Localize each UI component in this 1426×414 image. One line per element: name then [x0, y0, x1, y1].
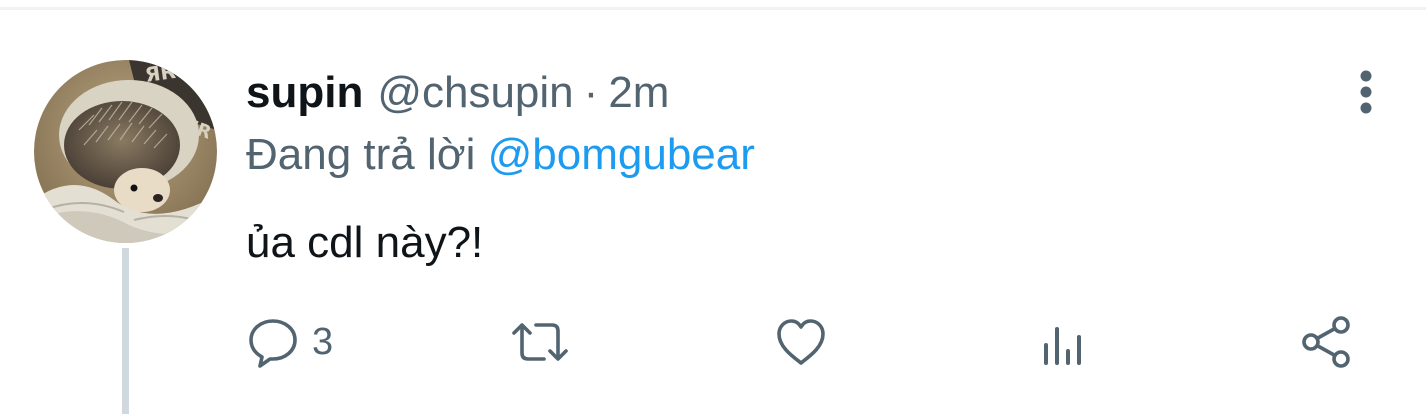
- replying-to: Đang trả lời @bomgubear: [246, 128, 755, 182]
- share-button[interactable]: [1300, 312, 1354, 372]
- reply-button[interactable]: 3: [246, 312, 333, 372]
- avatar-image: ЯR ER: [34, 60, 217, 243]
- more-options-button[interactable]: [1340, 66, 1392, 118]
- analytics-button[interactable]: [1040, 312, 1088, 372]
- user-handle[interactable]: @chsupin: [377, 66, 573, 120]
- separator-dot: ·: [583, 68, 599, 117]
- reply-count: 3: [312, 320, 334, 363]
- retweet-icon: [512, 323, 568, 361]
- heart-icon: [777, 319, 825, 365]
- timestamp[interactable]: 2m: [608, 66, 669, 120]
- retweet-button[interactable]: [510, 312, 570, 372]
- reply-target-link[interactable]: @bomgubear: [488, 130, 755, 179]
- replying-to-label: Đang trả lời: [246, 130, 476, 179]
- thread-line: [122, 248, 129, 414]
- tweet-text: ủa cdl này?!: [246, 218, 484, 267]
- analytics-icon: [1044, 327, 1081, 365]
- like-button[interactable]: [774, 312, 828, 372]
- avatar[interactable]: ЯR ER: [34, 60, 217, 243]
- tweet-header: supin @chsupin · 2m: [246, 66, 669, 120]
- share-icon: [1302, 316, 1350, 368]
- reply-icon: [249, 319, 297, 368]
- display-name[interactable]: supin: [246, 66, 363, 120]
- top-divider: [0, 7, 1426, 10]
- more-vertical-icon: [1360, 70, 1372, 114]
